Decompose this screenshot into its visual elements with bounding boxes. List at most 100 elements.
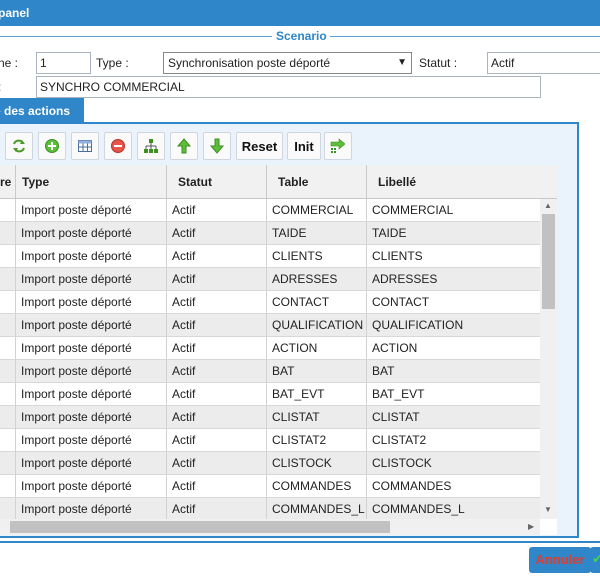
table-row[interactable]: Import poste déporté Actif ACTION ACTION [0, 337, 540, 360]
cell-table: CLISTAT2 [267, 429, 367, 452]
table-row[interactable]: Import poste déporté Actif ADRESSES ADRESSE… [0, 268, 540, 291]
fieldset-border-right [330, 36, 600, 37]
type-select[interactable]: Synchronisation poste déporté ▼ [163, 52, 412, 74]
cell-statut: Actif [167, 429, 267, 452]
cell-libelle: QUALIFICATION [372, 318, 464, 332]
cell-table: COMMERCIAL [267, 199, 367, 222]
cell-type: Import poste déporté [16, 337, 167, 360]
scroll-right-icon[interactable]: ▶ [528, 522, 534, 531]
cell-order [0, 337, 16, 360]
table-row[interactable]: Import poste déporté Actif CLIENTS CLIENTS [0, 245, 540, 268]
cell-libelle: ACTION [372, 341, 418, 355]
numero-label: ne : [0, 56, 19, 70]
cell-libelle: CLIENTS [372, 249, 423, 263]
cell-table: COMMANDES [267, 475, 367, 498]
table-row[interactable]: Import poste déporté Actif QUALIFICATION QU… [0, 314, 540, 337]
cell-libelle: CONTACT [372, 295, 430, 309]
cell-type: Import poste déporté [16, 314, 167, 337]
cell-order [0, 314, 16, 337]
cell-order [0, 360, 16, 383]
init-button[interactable]: Init [287, 132, 321, 160]
vertical-scroll-thumb[interactable] [542, 214, 555, 309]
remove-icon [111, 139, 125, 153]
scroll-up-icon[interactable]: ▲ [544, 201, 552, 210]
horizontal-scrollbar[interactable]: ▶ [0, 519, 540, 535]
cell-order [0, 291, 16, 314]
transfer-button[interactable] [324, 132, 352, 160]
libelle-label: : [0, 80, 1, 94]
cell-table: ADRESSES [267, 268, 367, 291]
cell-order [0, 199, 16, 222]
remove-button[interactable] [104, 132, 132, 160]
tab-actions[interactable]: e des actions [0, 98, 84, 122]
cell-statut: Actif [167, 383, 267, 406]
cell-libelle: BAT [372, 364, 395, 378]
actions-grid: re Type Statut Table Libellé Import post… [0, 165, 557, 535]
cancel-button[interactable]: Annuler [529, 547, 591, 573]
cell-table: TAIDE [267, 222, 367, 245]
column-header-order[interactable]: re [0, 165, 16, 199]
horizontal-scroll-thumb[interactable] [10, 521, 390, 533]
cell-table: BAT [267, 360, 367, 383]
cell-order [0, 475, 16, 498]
refresh-button[interactable] [5, 132, 33, 160]
table-row[interactable]: Import poste déporté Actif BAT_EVT BAT_EVT [0, 383, 540, 406]
table-row[interactable]: Import poste déporté Actif CONTACT CONTACT [0, 291, 540, 314]
cell-type: Import poste déporté [16, 360, 167, 383]
cell-statut: Actif [167, 314, 267, 337]
validate-button[interactable]: ✔ [590, 547, 600, 573]
cell-order [0, 245, 16, 268]
cell-libelle: COMMERCIAL [372, 203, 454, 217]
cell-table: CLISTOCK [267, 452, 367, 475]
cell-type: Import poste déporté [16, 291, 167, 314]
refresh-icon [13, 139, 25, 153]
table-row[interactable]: Import poste déporté Actif BAT BAT [0, 360, 540, 383]
add-button[interactable] [38, 132, 66, 160]
column-header-type[interactable]: Type [16, 165, 167, 199]
column-header-statut[interactable]: Statut [167, 165, 267, 199]
move-up-button[interactable] [170, 132, 198, 160]
cell-libelle: COMMANDES [372, 479, 452, 493]
cell-table: CONTACT [267, 291, 367, 314]
cell-statut: Actif [167, 245, 267, 268]
table-row[interactable]: Import poste déporté Actif CLISTOCK CLISTOC… [0, 452, 540, 475]
cell-libelle: BAT_EVT [372, 387, 425, 401]
table-row[interactable]: Import poste déporté Actif COMMERCIAL COMME… [0, 199, 540, 222]
arrow-down-icon [209, 138, 225, 154]
libelle-input[interactable]: SYNCHRO COMMERCIAL [36, 76, 541, 98]
cell-statut: Actif [167, 337, 267, 360]
table-button[interactable] [71, 132, 99, 160]
cell-table: CLIENTS [267, 245, 367, 268]
dropdown-arrow-icon: ▼ [397, 57, 407, 68]
table-row[interactable]: Import poste déporté Actif CLISTAT2 CLISTAT… [0, 429, 540, 452]
column-header-libelle[interactable]: Libellé [367, 165, 557, 199]
vertical-scrollbar[interactable]: ▲ ▼ [540, 199, 557, 519]
reset-button[interactable]: Reset [236, 132, 283, 160]
cell-table: QUALIFICATION [267, 314, 367, 337]
cell-statut: Actif [167, 406, 267, 429]
cell-statut: Actif [167, 291, 267, 314]
cell-table: CLISTAT [267, 406, 367, 429]
cell-type: Import poste déporté [16, 383, 167, 406]
cell-type: Import poste déporté [16, 222, 167, 245]
table-row[interactable]: Import poste déporté Actif COMMANDES_L COMM… [0, 498, 540, 521]
cell-libelle: CLISTAT [372, 410, 420, 424]
cell-libelle: CLISTOCK [372, 456, 432, 470]
table-row[interactable]: Import poste déporté Actif CLISTAT CLISTAT [0, 406, 540, 429]
table-row[interactable]: Import poste déporté Actif TAIDE TAIDE [0, 222, 540, 245]
column-header-table[interactable]: Table [267, 165, 367, 199]
cell-statut: Actif [167, 222, 267, 245]
cell-table: COMMANDES_L [267, 498, 367, 521]
statut-label: Statut : [419, 56, 458, 70]
move-down-button[interactable] [203, 132, 231, 160]
numero-input[interactable]: 1 [36, 52, 91, 74]
statut-input[interactable]: Actif [487, 52, 600, 74]
cell-type: Import poste déporté [16, 406, 167, 429]
cell-type: Import poste déporté [16, 268, 167, 291]
scroll-down-icon[interactable]: ▼ [544, 505, 552, 514]
table-row[interactable]: Import poste déporté Actif COMMANDES COMMAN… [0, 475, 540, 498]
cell-type: Import poste déporté [16, 452, 167, 475]
tree-icon [144, 139, 158, 153]
tree-button[interactable] [137, 132, 165, 160]
cell-statut: Actif [167, 268, 267, 291]
